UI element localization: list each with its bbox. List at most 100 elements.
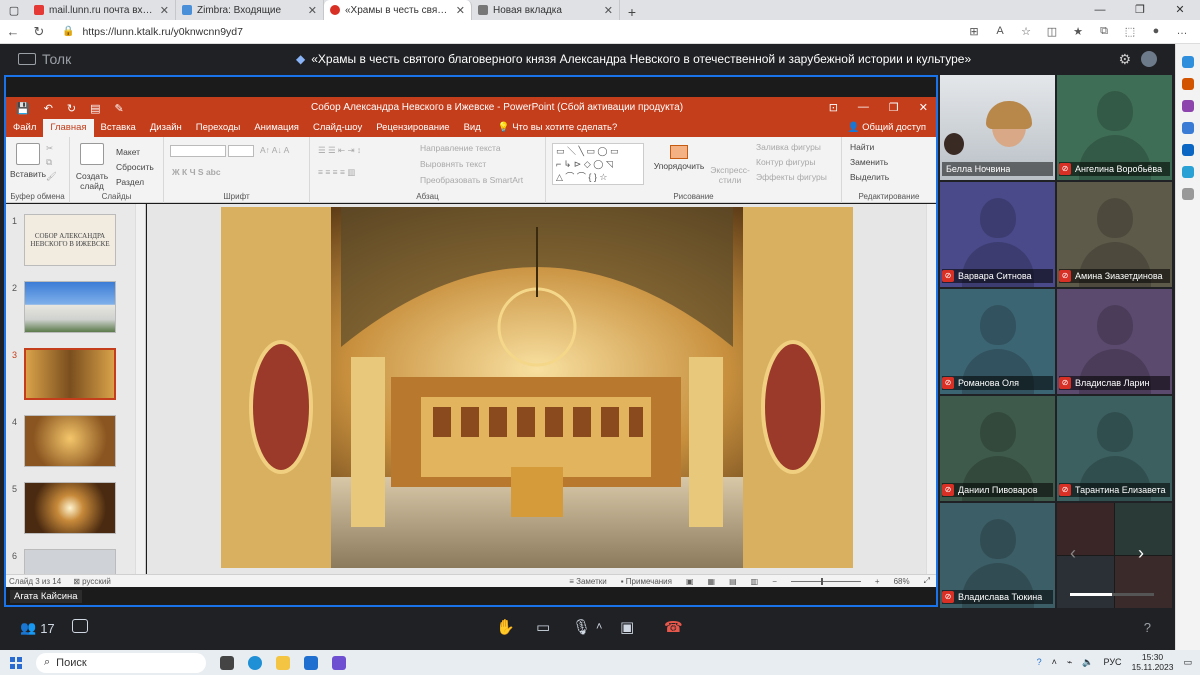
participant-tile[interactable]: ⊘ Владислава Тюкина: [940, 503, 1055, 608]
notes-button[interactable]: ≡ Заметки: [569, 577, 607, 586]
network-icon[interactable]: ⌁: [1067, 657, 1072, 668]
close-tab-icon[interactable]: ✕: [160, 4, 169, 17]
redo-icon[interactable]: ↻: [67, 102, 76, 115]
outlook-icon[interactable]: [1182, 144, 1194, 156]
thumbnail-row[interactable]: 1 СОБОР АЛЕКСАНДРА НЕВСКОГО В ИЖЕВСКЕ: [6, 214, 136, 272]
notifications-icon[interactable]: ▭: [1183, 657, 1192, 668]
replace-button[interactable]: Заменить: [850, 157, 888, 167]
drop-icon[interactable]: [1182, 166, 1194, 178]
pp-close-icon[interactable]: ✕: [919, 101, 928, 114]
zoom-level[interactable]: 68%: [894, 577, 910, 586]
start-slideshow-icon[interactable]: ▤: [90, 102, 100, 115]
taskbar-search[interactable]: ⌕ Поиск: [36, 652, 206, 673]
store-icon[interactable]: [332, 655, 346, 670]
extensions-icon[interactable]: ⬚: [1118, 25, 1142, 38]
clock[interactable]: 15:30 15.11.2023: [1132, 652, 1174, 672]
participant-tile[interactable]: ⊘ Тарантина Елизавета: [1057, 396, 1172, 501]
chevron-up-icon[interactable]: ˄: [1052, 657, 1057, 667]
microphone-icon[interactable]: 🎙: [572, 618, 591, 636]
tab-home[interactable]: Главная: [43, 119, 94, 137]
paste-button[interactable]: Вставить: [10, 169, 46, 179]
thumbnail-row[interactable]: 5: [6, 482, 136, 540]
tab-insert[interactable]: Вставка: [94, 119, 143, 137]
reset-button[interactable]: Сбросить: [116, 162, 154, 172]
tools-icon[interactable]: [1182, 100, 1194, 112]
thumbnail-2[interactable]: [24, 281, 116, 333]
participant-tile[interactable]: ⊘ Ангелина Воробьёва: [1057, 75, 1172, 180]
help-button[interactable]: ?: [1144, 620, 1151, 635]
shape-outline-button[interactable]: Контур фигуры: [756, 157, 815, 167]
copilot-icon[interactable]: [1182, 56, 1194, 68]
shape-fill-button[interactable]: Заливка фигуры: [756, 142, 821, 152]
text-direction-button[interactable]: Направление текста: [420, 143, 501, 153]
ribbon-options-icon[interactable]: ⊡: [829, 101, 838, 114]
input-language[interactable]: РУС: [1104, 657, 1122, 667]
hang-up-icon[interactable]: ☎: [664, 618, 683, 636]
language-status[interactable]: ⊠ русский: [73, 577, 111, 586]
shapes-gallery[interactable]: ▭ ＼ ╲ ▭ ◯ ▭ ⌐ ↳ ⊳ ◇ ◯ ◹ △ ⌒ ⌒ { } ☆: [552, 143, 644, 185]
tab-file[interactable]: Файл: [6, 119, 43, 137]
mail-icon[interactable]: [304, 655, 318, 670]
split-screen-icon[interactable]: ◫: [1040, 25, 1064, 38]
minimize-icon[interactable]: —: [1080, 0, 1120, 20]
new-slide-button[interactable]: Создать слайд: [72, 171, 112, 191]
font-size-field[interactable]: [228, 145, 254, 157]
find-button[interactable]: Найти: [850, 142, 874, 152]
zoom-in-icon[interactable]: +: [875, 577, 880, 586]
browser-tab-conference[interactable]: «Храмы в честь святого бла ✕: [324, 0, 472, 20]
share-button[interactable]: 👤 Общий доступ: [848, 119, 926, 137]
start-windows-icon[interactable]: [10, 656, 22, 669]
next-page-icon[interactable]: ›: [1138, 543, 1144, 564]
align-icons[interactable]: ≡ ≡ ≡ ≡ ▥: [318, 167, 355, 178]
settings-gear-icon[interactable]: ⚙: [1118, 51, 1131, 68]
participant-tile[interactable]: ⊘ Варвара Ситнова: [940, 182, 1055, 287]
more-icon[interactable]: …: [1170, 25, 1194, 38]
help-tray-icon[interactable]: ?: [1037, 657, 1042, 667]
paste-icon[interactable]: [16, 143, 40, 165]
collections-icon[interactable]: ⧉: [1092, 25, 1116, 38]
tab-actions-icon[interactable]: ▢: [0, 0, 28, 20]
font-name-field[interactable]: [170, 145, 226, 157]
task-view-icon[interactable]: [220, 655, 234, 670]
normal-view-icon[interactable]: ▣: [686, 577, 694, 586]
read-aloud-icon[interactable]: A: [988, 25, 1012, 38]
volume-icon[interactable]: 🔈: [1082, 657, 1093, 668]
previous-page-icon[interactable]: ‹: [1070, 543, 1076, 564]
chat-icon[interactable]: [72, 619, 88, 633]
pp-restore-icon[interactable]: ❐: [889, 101, 899, 114]
shape-effects-button[interactable]: Эффекты фигуры: [756, 172, 827, 182]
close-tab-icon[interactable]: ✕: [604, 4, 613, 17]
thumbnail-5[interactable]: [24, 482, 116, 534]
smartart-button[interactable]: Преобразовать в SmartArt: [420, 175, 523, 185]
list-icons[interactable]: ☰ ☰ ⇤ ⇥ ↕: [318, 145, 361, 156]
tab-slideshow[interactable]: Слайд-шоу: [306, 119, 369, 137]
arrange-button[interactable]: Упорядочить: [652, 145, 706, 171]
close-tab-icon[interactable]: ✕: [456, 4, 465, 17]
tab-animation[interactable]: Анимация: [247, 119, 306, 137]
thumbnail-scrollbar[interactable]: [135, 204, 145, 574]
maximize-icon[interactable]: ❐: [1120, 0, 1160, 20]
format-painter-icon[interactable]: 🖌: [46, 171, 57, 182]
browser-tab-new[interactable]: Новая вкладка ✕: [472, 0, 620, 20]
touch-mode-icon[interactable]: ✎: [115, 102, 124, 115]
screen-share-icon[interactable]: ▭: [536, 618, 550, 636]
pp-minimize-icon[interactable]: —: [858, 101, 869, 114]
section-button[interactable]: Раздел: [116, 177, 144, 187]
add-sidebar-icon[interactable]: [1182, 188, 1194, 200]
browser-tab-mail[interactable]: mail.lunn.ru почта вход — Яндекс ✕: [28, 0, 176, 20]
raise-hand-icon[interactable]: ✋: [496, 618, 515, 636]
favorite-star-icon[interactable]: ☆: [1014, 25, 1038, 38]
thumbnail-1[interactable]: СОБОР АЛЕКСАНДРА НЕВСКОГО В ИЖЕВСКЕ: [24, 214, 116, 266]
participant-tile[interactable]: ⊘ Владислав Ларин: [1057, 289, 1172, 394]
participant-tile[interactable]: ⊘ Даниил Пивоваров: [940, 396, 1055, 501]
tab-design[interactable]: Дизайн: [143, 119, 189, 137]
thumbnail-row[interactable]: 2: [6, 281, 136, 339]
select-button[interactable]: Выделить: [850, 172, 889, 182]
new-tab-button[interactable]: +: [620, 4, 644, 20]
tab-transitions[interactable]: Переходы: [189, 119, 248, 137]
align-text-button[interactable]: Выровнять текст: [420, 159, 486, 169]
browser-tab-zimbra[interactable]: Zimbra: Входящие ✕: [176, 0, 324, 20]
canvas-scrollbar[interactable]: [926, 204, 936, 574]
participant-tile[interactable]: Белла Ночвина: [940, 75, 1055, 180]
new-slide-icon[interactable]: [80, 143, 104, 165]
